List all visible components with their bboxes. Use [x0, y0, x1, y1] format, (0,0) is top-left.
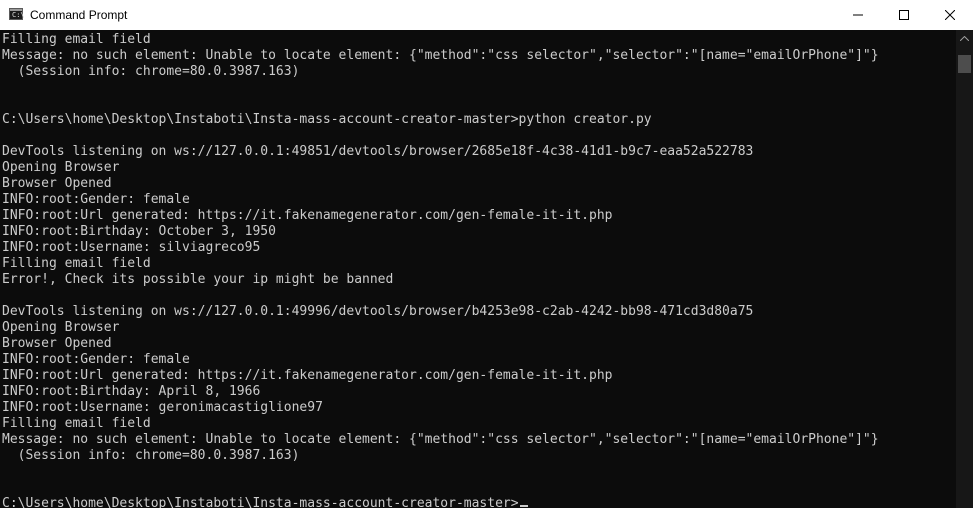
text-cursor — [519, 505, 528, 507]
console-line: INFO:root:Url generated: https://it.fake… — [2, 368, 613, 383]
console-line: Filling email field — [2, 416, 151, 431]
command-prompt-window: C:\ Command Prompt Filling email field M… — [0, 0, 973, 508]
console-line: Filling email field — [2, 256, 151, 271]
close-button[interactable] — [927, 0, 973, 30]
console-line: INFO:root:Url generated: https://it.fake… — [2, 208, 613, 223]
console-line: Message: no such element: Unable to loca… — [2, 48, 879, 63]
console-line: INFO:root:Username: geronimacastiglione9… — [2, 400, 323, 415]
scroll-thumb[interactable] — [958, 55, 971, 73]
minimize-icon — [853, 14, 863, 16]
scroll-up-button[interactable] — [956, 30, 973, 47]
console-line: Browser Opened — [2, 176, 112, 191]
prompt-text: C:\Users\home\Desktop\Instaboti\Insta-ma… — [2, 496, 519, 508]
chevron-up-icon — [960, 36, 969, 41]
console-line: INFO:root:Birthday: April 8, 1966 — [2, 384, 261, 399]
console-line: C:\Users\home\Desktop\Instaboti\Insta-ma… — [2, 112, 652, 127]
vertical-scrollbar[interactable] — [956, 30, 973, 508]
maximize-icon — [899, 10, 909, 20]
console-line: Message: no such element: Unable to loca… — [2, 432, 879, 447]
minimize-button[interactable] — [835, 0, 881, 30]
prompt-line[interactable]: C:\Users\home\Desktop\Instaboti\Insta-ma… — [2, 496, 528, 508]
close-icon — [945, 10, 955, 20]
console-line: INFO:root:Gender: female — [2, 192, 190, 207]
console-line: (Session info: chrome=80.0.3987.163) — [2, 448, 300, 463]
console-line: Filling email field — [2, 32, 151, 47]
console-line: INFO:root:Gender: female — [2, 352, 190, 367]
console-line: (Session info: chrome=80.0.3987.163) — [2, 64, 300, 79]
console-line: Opening Browser — [2, 160, 120, 175]
console-line: INFO:root:Birthday: October 3, 1950 — [2, 224, 276, 239]
maximize-button[interactable] — [881, 0, 927, 30]
console-line: DevTools listening on ws://127.0.0.1:498… — [2, 144, 754, 159]
title-bar[interactable]: C:\ Command Prompt — [0, 0, 973, 30]
console-line: Error!, Check its possible your ip might… — [2, 272, 394, 287]
cmd-icon: C:\ — [9, 8, 25, 20]
console-line: DevTools listening on ws://127.0.0.1:499… — [2, 304, 754, 319]
console-line: Opening Browser — [2, 320, 120, 335]
console-line: INFO:root:Username: silviagreco95 — [2, 240, 261, 255]
console-output[interactable]: Filling email field Message: no such ele… — [0, 30, 956, 508]
window-title: Command Prompt — [30, 8, 128, 22]
console-line: Browser Opened — [2, 336, 112, 351]
